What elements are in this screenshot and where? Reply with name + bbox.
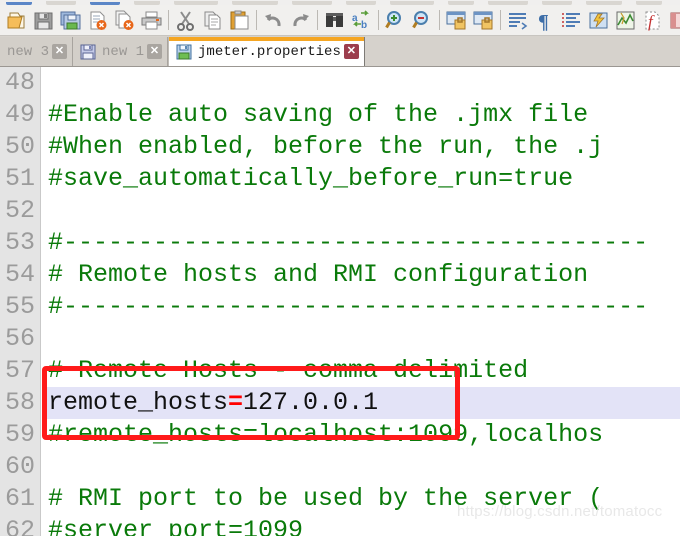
toolbar-separator xyxy=(317,10,318,30)
find-icon[interactable] xyxy=(322,8,347,33)
zoom-out-icon[interactable] xyxy=(410,8,435,33)
toolbar-separator xyxy=(500,10,501,30)
sync-vertical-scroll-icon[interactable] xyxy=(444,8,469,33)
document-tab-bar: new 3 ✕ new 1 ✕ jmeter.properties ✕ xyxy=(0,36,680,67)
save-all-icon[interactable] xyxy=(58,8,83,33)
copy-icon[interactable] xyxy=(200,8,225,33)
tab-new-1[interactable]: new 1 ✕ xyxy=(73,37,169,66)
undo-icon[interactable] xyxy=(261,8,286,33)
svg-text:¶: ¶ xyxy=(538,11,549,32)
open-file-icon[interactable] xyxy=(4,8,29,33)
line-number: 57 xyxy=(4,356,35,385)
property-value: 127.0.0.1 xyxy=(243,388,379,417)
cut-icon[interactable] xyxy=(173,8,198,33)
tab-close-icon[interactable]: ✕ xyxy=(147,44,163,59)
replace-icon[interactable]: a b xyxy=(349,8,374,33)
code-line: # Remote hosts and RMI configuration xyxy=(48,260,589,289)
sync-horizontal-scroll-icon[interactable] xyxy=(471,8,496,33)
user-defined-language-icon[interactable] xyxy=(586,8,611,33)
line-number: 52 xyxy=(4,196,35,225)
floppy-disk-icon xyxy=(176,44,192,60)
toolbar-separator xyxy=(439,10,440,30)
property-separator: = xyxy=(228,388,244,417)
line-number: 61 xyxy=(4,484,35,513)
line-number: 51 xyxy=(4,164,35,193)
toolbar-separator xyxy=(256,10,257,30)
code-line: #save_automatically_before_run=true xyxy=(48,164,574,193)
line-number: 56 xyxy=(4,324,35,353)
tab-close-icon[interactable]: ✕ xyxy=(343,44,359,59)
line-number: 59 xyxy=(4,420,35,449)
line-number: 58 xyxy=(4,388,35,417)
zoom-in-icon[interactable] xyxy=(383,8,408,33)
line-number: 54 xyxy=(4,260,35,289)
folder-as-workspace-icon[interactable] xyxy=(667,8,680,33)
code-line-remote-hosts: remote_hosts=127.0.0.1 xyxy=(42,387,680,419)
line-number: 48 xyxy=(4,68,35,97)
tab-jmeter-properties[interactable]: jmeter.properties ✕ xyxy=(168,37,365,66)
code-line: #remote_hosts=localhost:1099,localhos xyxy=(48,420,604,449)
code-line: # Remote Hosts - comma delimited xyxy=(48,356,529,385)
code-text-area[interactable]: #Enable auto saving of the .jmx file #Wh… xyxy=(42,67,680,536)
paste-icon[interactable] xyxy=(227,8,252,33)
line-number-gutter: 48 49 50 51 52 53 54 55 56 57 58 59 60 6… xyxy=(0,67,41,536)
word-wrap-icon[interactable] xyxy=(505,8,530,33)
redo-icon[interactable] xyxy=(288,8,313,33)
code-editor[interactable]: 48 49 50 51 52 53 54 55 56 57 58 59 60 6… xyxy=(0,67,680,536)
toolbar-separator xyxy=(168,10,169,30)
tab-new-3[interactable]: new 3 ✕ xyxy=(0,37,74,66)
document-map-icon[interactable] xyxy=(613,8,638,33)
function-list-icon[interactable]: f xyxy=(640,8,665,33)
tab-label: new 1 xyxy=(102,43,145,60)
save-icon[interactable] xyxy=(31,8,56,33)
notepadpp-window: a b ¶ f new 3 ✕ new 1 ✕ jmeter.propertie… xyxy=(0,0,680,536)
line-number: 49 xyxy=(4,100,35,129)
close-all-documents-icon[interactable] xyxy=(112,8,137,33)
code-line: #--------------------------------------- xyxy=(48,292,649,321)
toolbar-separator xyxy=(378,10,379,30)
floppy-disk-icon xyxy=(80,44,96,60)
tab-label: jmeter.properties xyxy=(198,43,341,60)
close-document-icon[interactable] xyxy=(85,8,110,33)
tab-close-icon[interactable]: ✕ xyxy=(52,44,68,59)
main-toolbar: a b ¶ f xyxy=(0,5,680,36)
indent-guideline-icon[interactable] xyxy=(559,8,584,33)
svg-text:b: b xyxy=(361,20,367,31)
code-line: #When enabled, before the run, the .j xyxy=(48,132,604,161)
watermark-text: https://blog.csdn.net/tomatocc xyxy=(457,503,663,520)
property-key: remote_hosts xyxy=(48,388,229,417)
line-number: 53 xyxy=(4,228,35,257)
code-line: #--------------------------------------- xyxy=(48,228,649,257)
line-number: 50 xyxy=(4,132,35,161)
print-icon[interactable] xyxy=(139,8,164,33)
show-all-characters-icon[interactable]: ¶ xyxy=(532,8,557,33)
line-number: 60 xyxy=(4,452,35,481)
line-number: 55 xyxy=(4,292,35,321)
tab-label: new 3 xyxy=(7,43,50,60)
code-line: #Enable auto saving of the .jmx file xyxy=(48,100,589,129)
line-number: 62 xyxy=(4,516,35,536)
